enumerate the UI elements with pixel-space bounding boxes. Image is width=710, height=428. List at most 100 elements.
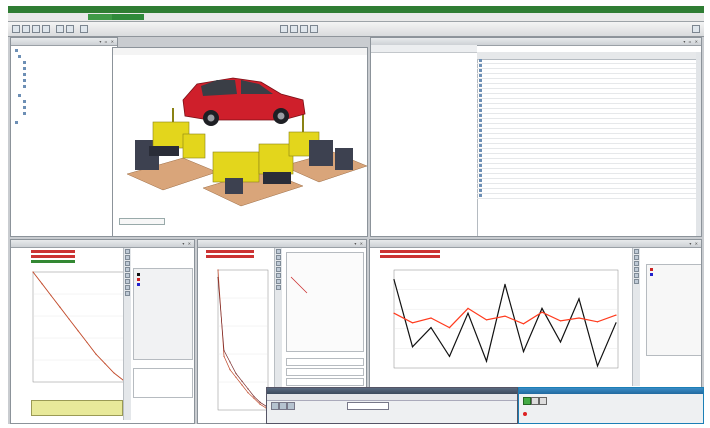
- property-box[interactable]: [646, 264, 701, 356]
- tool-icon[interactable]: [125, 261, 130, 266]
- table-row[interactable]: [477, 194, 697, 199]
- print-icon[interactable]: [42, 25, 50, 33]
- tree-item[interactable]: [23, 72, 27, 76]
- tool-icon[interactable]: [634, 255, 639, 260]
- tree-item[interactable]: [18, 93, 22, 97]
- data-point: [559, 341, 562, 343]
- data-point: [430, 317, 432, 319]
- item-icon: [23, 111, 26, 115]
- option-field[interactable]: [286, 378, 364, 386]
- floating-dialog-2: [518, 387, 704, 424]
- tree-item[interactable]: [23, 84, 27, 88]
- folder-icon: [18, 54, 21, 58]
- plot-toolbar: [632, 248, 640, 386]
- decay-chart[interactable]: [27, 270, 127, 390]
- tool-icon[interactable]: [125, 273, 130, 278]
- tool-icon[interactable]: [125, 267, 130, 272]
- data-point: [467, 312, 469, 314]
- vehicle-rig-model[interactable]: [113, 48, 368, 237]
- tree-item[interactable]: [23, 111, 27, 115]
- rotate-icon[interactable]: [310, 25, 318, 33]
- tool-icon[interactable]: [125, 249, 130, 254]
- panel-controls-icon[interactable]: ▾ ▫ ✕: [683, 39, 699, 44]
- tree-item[interactable]: [15, 48, 19, 52]
- color-swatch: [650, 273, 653, 276]
- response-chart[interactable]: [212, 268, 270, 418]
- file-icon: [479, 94, 482, 97]
- tree-item[interactable]: [23, 66, 27, 70]
- dialog-titlebar[interactable]: [519, 388, 703, 394]
- car-model[interactable]: [182, 77, 306, 126]
- item-icon: [23, 84, 26, 88]
- tool-icon[interactable]: [276, 285, 281, 290]
- pan-icon[interactable]: [300, 25, 308, 33]
- dialog-dropdown[interactable]: [347, 402, 389, 410]
- tree-item[interactable]: [18, 54, 22, 58]
- property-box[interactable]: [133, 268, 193, 360]
- tool-icon[interactable]: [634, 249, 639, 254]
- tool-icon[interactable]: [276, 261, 281, 266]
- data-point: [615, 322, 617, 324]
- tree-item[interactable]: [15, 120, 19, 124]
- tree-item[interactable]: [23, 60, 27, 64]
- tool-icon[interactable]: [271, 402, 279, 410]
- pointer-icon[interactable]: [280, 25, 288, 33]
- undo-icon[interactable]: [56, 25, 64, 33]
- data-point: [504, 283, 506, 285]
- tool-icon[interactable]: [634, 273, 639, 278]
- data-point: [104, 362, 106, 365]
- option-field[interactable]: [286, 368, 364, 376]
- panel-controls-icon[interactable]: ▾ ▫ ✕: [99, 39, 115, 44]
- tool-icon[interactable]: [125, 279, 130, 284]
- tool-icon[interactable]: [634, 261, 639, 266]
- tool-icon[interactable]: [125, 285, 130, 290]
- tree-item[interactable]: [23, 105, 27, 109]
- tool-icon[interactable]: [125, 291, 130, 296]
- option-field[interactable]: [286, 358, 364, 366]
- color-swatch: [137, 273, 140, 276]
- redo-icon[interactable]: [66, 25, 74, 33]
- panel-controls-icon[interactable]: ▾ ✕: [689, 241, 699, 246]
- preview-box[interactable]: [286, 252, 364, 352]
- tool-icon[interactable]: [276, 273, 281, 278]
- legend-swatch: [206, 255, 254, 258]
- tool-icon[interactable]: [276, 267, 281, 272]
- tree-item[interactable]: [23, 99, 27, 103]
- panel-controls-icon[interactable]: ▾ ✕: [182, 241, 192, 246]
- decay-plot-panel: ▾ ✕: [10, 239, 195, 424]
- tool-icon[interactable]: [531, 397, 539, 405]
- tree-item[interactable]: [23, 78, 27, 82]
- perspective-icon[interactable]: [692, 25, 700, 33]
- tool-icon[interactable]: [287, 402, 295, 410]
- time-history-chart[interactable]: [388, 268, 620, 376]
- data-point: [235, 372, 237, 375]
- item-icon: [23, 105, 26, 109]
- save-icon[interactable]: [32, 25, 40, 33]
- new-icon[interactable]: [12, 25, 20, 33]
- file-tree[interactable]: [371, 52, 478, 236]
- view-selector[interactable]: [119, 218, 165, 225]
- record-icon[interactable]: [523, 412, 527, 416]
- tab-active[interactable]: [112, 14, 144, 20]
- tool-icon[interactable]: [634, 267, 639, 272]
- play-icon[interactable]: [523, 397, 531, 405]
- range-slider[interactable]: [31, 400, 123, 416]
- tool-icon[interactable]: [276, 279, 281, 284]
- settings-icon[interactable]: [80, 25, 88, 33]
- data-point: [448, 327, 451, 329]
- tab-1[interactable]: [88, 14, 114, 20]
- tool-icon[interactable]: [276, 249, 281, 254]
- tool-icon[interactable]: [276, 255, 281, 260]
- tool-icon[interactable]: [125, 255, 130, 260]
- table-scrollbar[interactable]: [696, 52, 701, 236]
- tool-icon[interactable]: [279, 402, 287, 410]
- folder-icon: [18, 93, 21, 97]
- file-icon: [479, 84, 482, 87]
- panel-controls-icon[interactable]: ▾ ✕: [354, 241, 364, 246]
- tool-icon[interactable]: [539, 397, 547, 405]
- open-icon[interactable]: [22, 25, 30, 33]
- zoom-icon[interactable]: [290, 25, 298, 33]
- tool-icon[interactable]: [634, 279, 639, 284]
- options-box[interactable]: [133, 368, 193, 398]
- data-point: [41, 283, 43, 285]
